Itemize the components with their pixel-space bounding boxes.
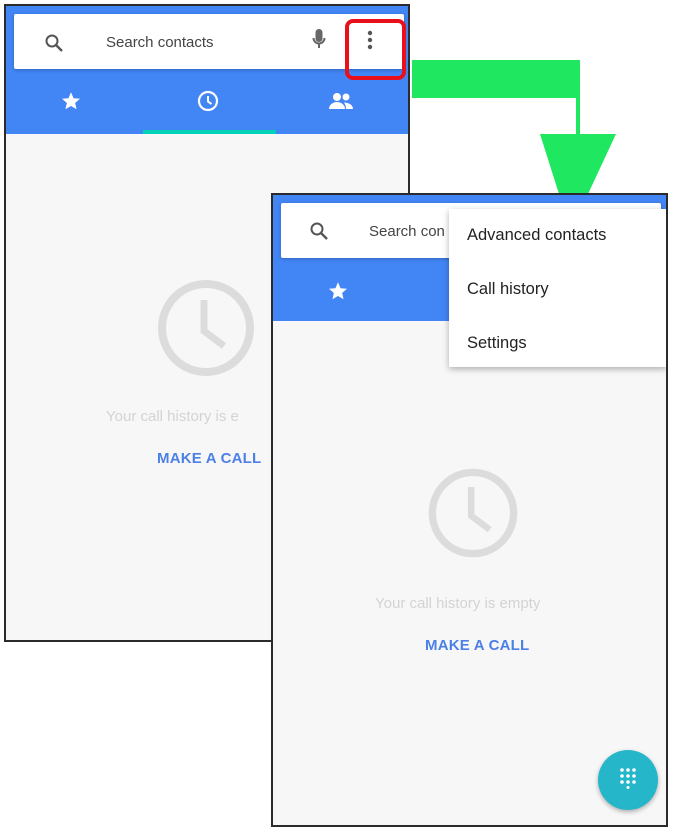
highlight-box bbox=[345, 19, 406, 80]
empty-history-clock-icon bbox=[154, 276, 258, 385]
search-input[interactable]: Search con bbox=[369, 223, 445, 240]
empty-history-text: Your call history is empty bbox=[375, 595, 541, 612]
people-icon bbox=[327, 91, 355, 116]
make-a-call-link[interactable]: MAKE A CALL bbox=[425, 637, 529, 654]
phone-screen-after: Search con Advanced contacts Call histor… bbox=[271, 193, 668, 827]
dialpad-icon bbox=[619, 767, 637, 794]
make-a-call-link[interactable]: MAKE A CALL bbox=[157, 450, 261, 467]
dialpad-button[interactable] bbox=[598, 750, 658, 810]
menu-item-settings[interactable]: Settings bbox=[467, 334, 527, 353]
search-icon bbox=[309, 221, 329, 246]
tab-call-history[interactable] bbox=[143, 76, 273, 131]
search-bar[interactable]: Search contacts bbox=[14, 14, 406, 80]
search-input[interactable]: Search contacts bbox=[106, 34, 214, 51]
tab-contacts[interactable] bbox=[276, 76, 406, 131]
star-icon bbox=[327, 280, 349, 307]
empty-history-text: Your call history is e bbox=[106, 408, 239, 425]
clock-icon bbox=[196, 89, 220, 118]
star-icon bbox=[60, 90, 82, 117]
empty-history-clock-icon bbox=[425, 465, 521, 566]
menu-item-advanced-contacts[interactable]: Advanced contacts bbox=[467, 226, 606, 245]
selected-tab-indicator bbox=[143, 130, 276, 134]
overflow-menu: Advanced contacts Call history Settings bbox=[449, 209, 666, 367]
menu-item-call-history[interactable]: Call history bbox=[467, 280, 549, 299]
search-icon bbox=[44, 33, 64, 58]
transition-arrow bbox=[412, 60, 616, 194]
microphone-icon[interactable] bbox=[312, 27, 326, 58]
tab-favorites[interactable] bbox=[6, 76, 136, 131]
tab-favorites[interactable] bbox=[273, 265, 403, 321]
